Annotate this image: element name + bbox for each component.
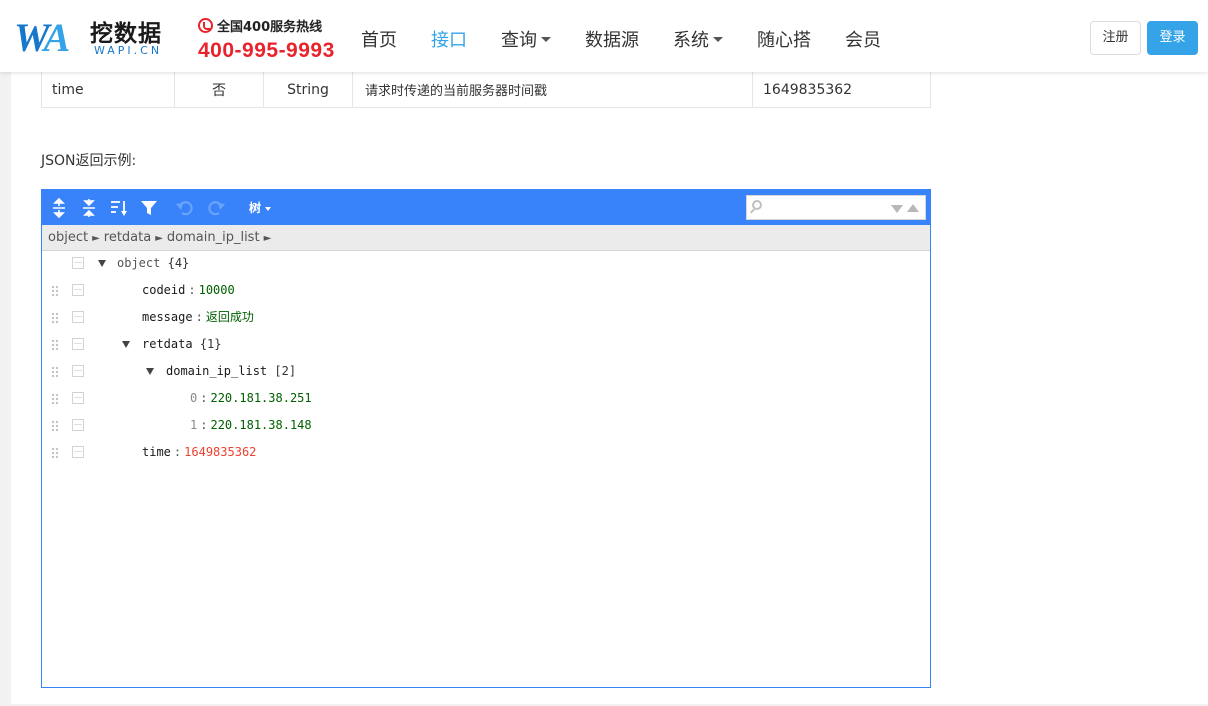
nav-item-query[interactable]: 查询 bbox=[488, 0, 564, 72]
field-value[interactable]: 1649835362 bbox=[184, 445, 256, 459]
tree-row-ip-0[interactable]: 0:220.181.38.251 bbox=[42, 386, 930, 413]
undo-icon[interactable] bbox=[175, 198, 195, 218]
search-icon bbox=[752, 200, 762, 210]
context-menu-button[interactable] bbox=[72, 284, 84, 296]
context-menu-button[interactable] bbox=[72, 446, 84, 458]
main-nav: 首页 接口 查询 数据源 系统 随心搭 会员 bbox=[348, 0, 902, 72]
drag-handle-icon[interactable] bbox=[51, 339, 58, 351]
field-value[interactable]: 220.181.38.251 bbox=[210, 391, 311, 405]
context-menu-button[interactable] bbox=[72, 311, 84, 323]
nav-item-builder[interactable]: 随心搭 bbox=[744, 0, 824, 72]
hotline-number: 400-995-9993 bbox=[198, 39, 335, 62]
context-menu-button[interactable] bbox=[72, 338, 84, 350]
json-section-title: JSON返回示例: bbox=[41, 153, 137, 169]
filter-icon[interactable] bbox=[139, 198, 159, 218]
sort-icon[interactable] bbox=[109, 198, 129, 218]
register-button[interactable]: 注册 bbox=[1090, 21, 1141, 55]
breadcrumb-arrow-icon: ► bbox=[155, 233, 163, 244]
breadcrumb-arrow-icon: ► bbox=[263, 233, 272, 244]
drag-handle-icon[interactable] bbox=[51, 285, 58, 297]
drag-handle-icon[interactable] bbox=[51, 447, 58, 459]
tree-row-retdata[interactable]: retdata {1} bbox=[42, 332, 930, 359]
field-index: 1 bbox=[190, 418, 198, 432]
field-key[interactable]: message bbox=[142, 310, 193, 324]
logo-name-cn: 挖数据 bbox=[90, 21, 162, 47]
drag-handle-icon[interactable] bbox=[51, 366, 58, 378]
param-description: 请求时传递的当前服务器时间戳 bbox=[353, 72, 753, 107]
expand-toggle-icon[interactable] bbox=[146, 367, 156, 377]
nav-item-member[interactable]: 会员 bbox=[832, 0, 894, 72]
context-menu-button[interactable] bbox=[72, 257, 84, 269]
breadcrumb-item[interactable]: retdata bbox=[104, 230, 151, 245]
caret-down-icon bbox=[265, 206, 272, 211]
param-required: 否 bbox=[175, 72, 264, 107]
context-menu-button[interactable] bbox=[72, 365, 84, 377]
tree-row-root[interactable]: object {4} bbox=[42, 251, 930, 278]
param-table-row: time 否 String 请求时传递的当前服务器时间戳 1649835362 bbox=[41, 72, 931, 108]
field-value[interactable]: 10000 bbox=[199, 283, 235, 297]
login-button[interactable]: 登录 bbox=[1147, 21, 1198, 55]
expand-toggle-icon[interactable] bbox=[98, 259, 108, 269]
nav-item-api[interactable]: 接口 bbox=[418, 0, 480, 72]
logo-name-en: WAPI.CN bbox=[94, 44, 163, 57]
tree-row-domain-ip-list[interactable]: domain_ip_list [2] bbox=[42, 359, 930, 386]
hotline-label: 全国400服务热线 bbox=[217, 20, 323, 35]
param-example: 1649835362 bbox=[763, 81, 853, 98]
caret-down-icon bbox=[541, 36, 551, 42]
hotline: 全国400服务热线 400-995-9993 bbox=[198, 16, 348, 63]
field-key[interactable]: codeid bbox=[142, 283, 185, 297]
field-key[interactable]: time bbox=[142, 445, 171, 459]
context-menu-button[interactable] bbox=[72, 419, 84, 431]
content-panel: time 否 String 请求时传递的当前服务器时间戳 1649835362 … bbox=[11, 72, 1208, 704]
field-key[interactable]: retdata bbox=[142, 337, 193, 351]
logo-mark: WA bbox=[14, 15, 70, 60]
nav-item-datasource[interactable]: 数据源 bbox=[572, 0, 652, 72]
site-logo[interactable]: WA 挖数据 WAPI.CN bbox=[14, 14, 169, 62]
json-editor-toolbar: 树 bbox=[42, 190, 930, 225]
field-value[interactable]: 返回成功 bbox=[206, 310, 254, 324]
tree-row-ip-1[interactable]: 1:220.181.38.148 bbox=[42, 413, 930, 440]
mode-select[interactable]: 树 bbox=[249, 199, 272, 216]
context-menu-button[interactable] bbox=[72, 392, 84, 404]
expand-toggle-icon[interactable] bbox=[122, 340, 132, 350]
breadcrumb: object ► retdata ► domain_ip_list ► bbox=[42, 225, 930, 251]
site-header: WA 挖数据 WAPI.CN 全国400服务热线 400-995-9993 首页… bbox=[0, 0, 1208, 72]
json-editor: 树 object ► retdata ► domain_ip_list ► object … bbox=[41, 189, 931, 688]
search-box[interactable] bbox=[746, 195, 926, 220]
redo-icon[interactable] bbox=[206, 198, 226, 218]
param-type: String bbox=[264, 72, 353, 107]
tree-row-message[interactable]: message: 返回成功 bbox=[42, 305, 930, 332]
breadcrumb-arrow-icon: ► bbox=[92, 233, 100, 244]
breadcrumb-item[interactable]: domain_ip_list bbox=[167, 230, 260, 245]
field-key[interactable]: domain_ip_list bbox=[166, 364, 267, 378]
field-value[interactable]: 220.181.38.148 bbox=[210, 418, 311, 432]
tree-row-time[interactable]: time:1649835362 bbox=[42, 440, 930, 467]
expand-all-icon[interactable] bbox=[49, 197, 69, 219]
collapse-all-icon[interactable] bbox=[79, 198, 99, 218]
field-index: 0 bbox=[190, 391, 198, 405]
drag-handle-icon[interactable] bbox=[51, 393, 58, 405]
drag-handle-icon[interactable] bbox=[51, 312, 58, 324]
tree-row-codeid[interactable]: codeid:10000 bbox=[42, 278, 930, 305]
search-previous-icon[interactable] bbox=[907, 204, 919, 212]
drag-handle-icon[interactable] bbox=[51, 420, 58, 432]
nav-item-home[interactable]: 首页 bbox=[348, 0, 410, 72]
phone-icon bbox=[198, 18, 213, 33]
caret-down-icon bbox=[713, 36, 723, 42]
nav-item-system[interactable]: 系统 bbox=[660, 0, 736, 72]
search-next-icon[interactable] bbox=[891, 205, 903, 213]
param-name: time bbox=[42, 72, 175, 107]
breadcrumb-item[interactable]: object bbox=[48, 230, 88, 245]
